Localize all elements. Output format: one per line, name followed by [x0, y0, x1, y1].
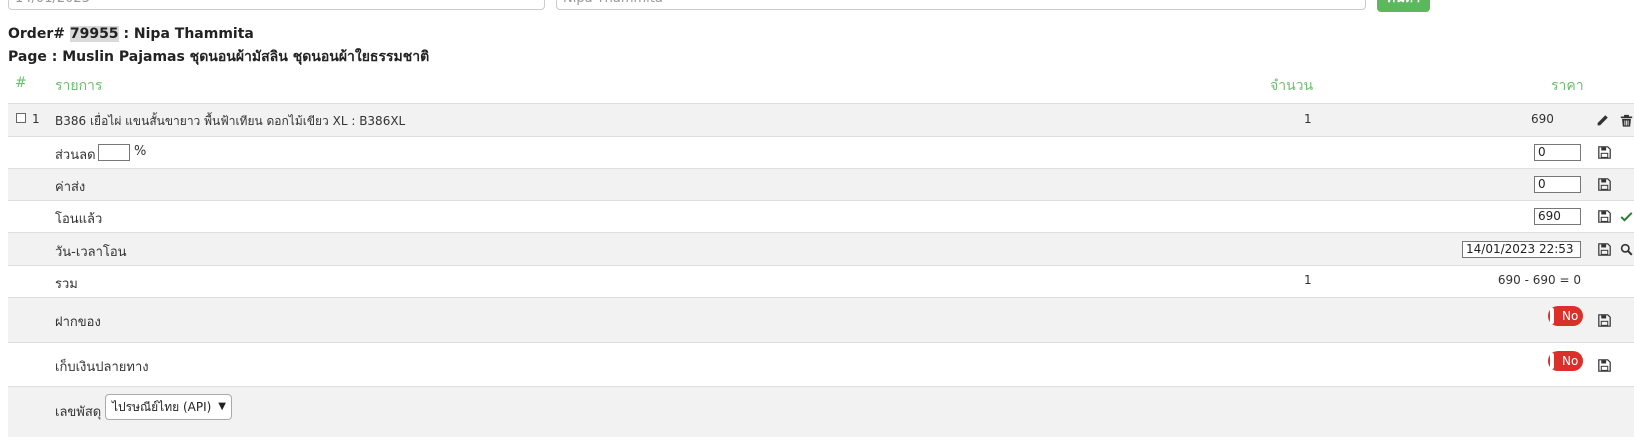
carrier-selected: ไปรษณีย์ไทย (API) [112, 400, 212, 414]
transferred-row: โอนแล้ว 690 [8, 200, 1634, 232]
search-button[interactable]: ค้นหา [1377, 0, 1430, 12]
shipping-label: ค่าส่ง [55, 180, 86, 195]
col-index: # [15, 75, 27, 91]
cod-label: เก็บเงินปลายทาง [55, 360, 149, 375]
toggle-knob [1550, 308, 1554, 324]
deposit-label: ฝากของ [55, 315, 101, 330]
deposit-row: ฝากของ No [8, 297, 1634, 342]
toggle-knob [1550, 353, 1554, 369]
discount-row: ส่วนลด % 0 [8, 136, 1634, 168]
date-search-input[interactable]: 14/01/2023 [8, 0, 545, 10]
col-qty: จำนวน [1270, 78, 1314, 94]
percent-sign: % [134, 144, 147, 159]
transfer-time-row: วัน-เวลาโอน 14/01/2023 22:53 [8, 232, 1634, 265]
transfer-time-label: วัน-เวลาโอน [55, 245, 127, 260]
save-icon[interactable] [1598, 178, 1611, 191]
pencil-icon[interactable] [1596, 114, 1609, 127]
page-title: Page : Muslin Pajamas ชุดนอนผ้ามัสลิน ชุ… [8, 49, 430, 65]
discount-percent-input[interactable] [98, 144, 130, 161]
col-price: ราคา [1551, 78, 1584, 94]
item-price: 690 [1531, 112, 1554, 126]
search-bar: 14/01/2023 Nipa Thammita ค้นหา [0, 0, 1634, 12]
col-item: รายการ [55, 78, 103, 94]
customer-search-input[interactable]: Nipa Thammita [556, 0, 1366, 10]
chevron-down-icon: ▼ [218, 401, 226, 412]
save-icon[interactable] [1598, 359, 1611, 372]
save-icon[interactable] [1598, 146, 1611, 159]
cod-toggle[interactable]: No [1548, 351, 1583, 371]
cod-toggle-text: No [1562, 354, 1579, 368]
discount-amount-input[interactable]: 0 [1534, 144, 1581, 161]
discount-label: ส่วนลด [55, 148, 96, 163]
item-index: 1 [32, 112, 40, 126]
transfer-time-input[interactable]: 14/01/2023 22:53 [1462, 241, 1581, 258]
cod-row: เก็บเงินปลายทาง No [8, 342, 1634, 386]
save-icon[interactable] [1598, 314, 1611, 327]
shipping-row: ค่าส่ง 0 [8, 168, 1634, 200]
order-number: 79955 [69, 26, 119, 42]
deposit-toggle[interactable]: No [1548, 306, 1583, 326]
save-icon[interactable] [1598, 243, 1611, 256]
check-icon [1620, 210, 1633, 223]
shipping-input[interactable]: 0 [1534, 176, 1581, 193]
transferred-label: โอนแล้ว [55, 212, 103, 227]
trash-icon[interactable] [1620, 114, 1633, 127]
order-customer: : Nipa Thammita [123, 26, 254, 42]
tracking-row: เลขพัสดุ ไปรษณีย์ไทย (API) ▼ [8, 386, 1634, 437]
save-icon[interactable] [1598, 210, 1611, 223]
total-row: รวม 1 690 - 690 = 0 [8, 265, 1634, 297]
total-summary: 690 - 690 = 0 [1497, 273, 1581, 287]
table-header: # รายการ จำนวน ราคา [0, 75, 1634, 103]
item-qty: 1 [1304, 112, 1312, 126]
item-description: B386 เยื่อไผ่ แขนสั้นขายาว พื้นฟ้าเทียน … [55, 114, 406, 128]
order-title: Order# 79955 : Nipa Thammita [8, 26, 254, 42]
tracking-label: เลขพัสดุ [55, 405, 102, 420]
carrier-select[interactable]: ไปรษณีย์ไทย (API) ▼ [105, 394, 232, 420]
search-icon[interactable] [1620, 243, 1633, 256]
item-checkbox[interactable] [16, 113, 26, 123]
total-label: รวม [55, 277, 78, 292]
transferred-input[interactable]: 690 [1534, 208, 1581, 225]
deposit-toggle-text: No [1562, 309, 1579, 323]
total-qty: 1 [1304, 273, 1312, 287]
table-row: 1 B386 เยื่อไผ่ แขนสั้นขายาว พื้นฟ้าเทีย… [8, 103, 1634, 136]
order-prefix: Order# [8, 26, 65, 42]
